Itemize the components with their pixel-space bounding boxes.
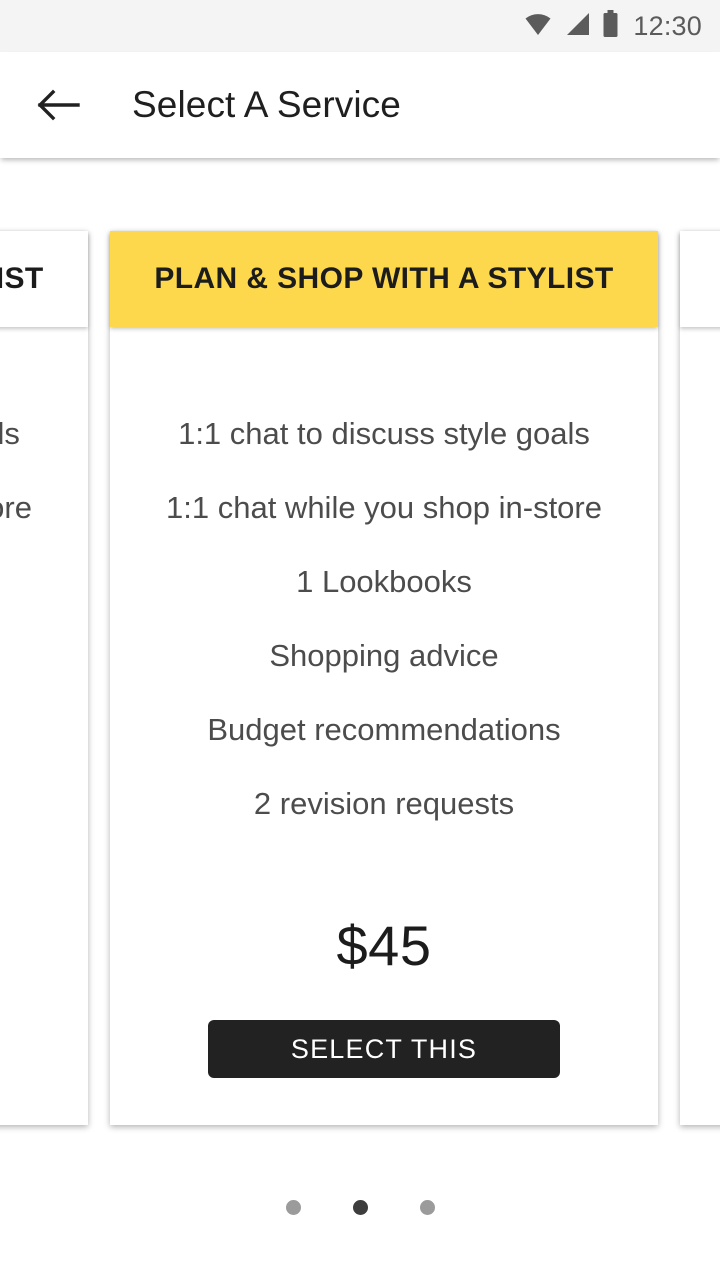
feature-item: 1:1 chat to discuss style goals [680,397,720,471]
service-card-next[interactable]: PLAN & SHOP WITH A STYLIST 1:1 chat to d… [680,231,720,1125]
service-card-header: PLAN & SHOP WITH A STYLIST [0,231,88,327]
feature-item: 1 Lookbooks [0,545,88,619]
signal-icon [564,12,591,41]
service-card-header: PLAN & SHOP WITH A STYLIST [110,231,658,327]
pager-dot-3[interactable] [419,1200,435,1215]
back-arrow-icon[interactable] [30,77,86,133]
feature-list: 1:1 chat to discuss style goals 1:1 chat… [110,397,658,841]
feature-item: 2 revision requests [0,767,88,841]
service-price: $45 [336,914,432,977]
feature-item: 1 Lookbooks [680,545,720,619]
feature-item: 1:1 chat while you shop in-store [0,490,32,525]
pager-dot-1[interactable] [285,1200,301,1215]
feature-item: 2 revision requests [253,786,515,821]
service-carousel[interactable]: PLAN & SHOP WITH A STYLIST 1:1 chat to d… [0,158,720,1168]
feature-list: 1:1 chat to discuss style goals 1:1 chat… [680,397,720,841]
feature-item: 1:1 chat to discuss style goals [178,416,590,451]
status-bar-clock: 12:30 [633,10,702,41]
feature-list: 1:1 chat to discuss style goals 1:1 chat… [0,397,88,841]
select-this-button[interactable]: SELECT THIS [208,1020,560,1078]
service-card-body: 1:1 chat to discuss style goals 1:1 chat… [0,327,88,1125]
feature-item: 1:1 chat to discuss style goals [0,416,20,451]
feature-item: Shopping advice [269,638,499,673]
feature-item: 1:1 chat while you shop in-store [166,490,602,525]
carousel-pager [0,1200,720,1215]
carousel-track[interactable]: PLAN & SHOP WITH A STYLIST 1:1 chat to d… [0,231,720,1125]
feature-item: 1:1 chat while you shop in-store [680,471,720,545]
service-card-current[interactable]: PLAN & SHOP WITH A STYLIST 1:1 chat to d… [110,231,658,1125]
pager-dot-2[interactable] [352,1200,368,1215]
feature-item: Budget recommendations [207,712,561,747]
service-card-body: 1:1 chat to discuss style goals 1:1 chat… [110,327,658,1125]
status-icon-group [523,10,619,42]
wifi-icon [523,12,553,41]
feature-item: Budget recommendations [680,693,720,767]
feature-item: Shopping advice [680,619,720,693]
service-card-previous[interactable]: PLAN & SHOP WITH A STYLIST 1:1 chat to d… [0,231,88,1125]
battery-icon [602,10,619,42]
page-title: Select A Service [132,84,401,125]
service-card-title: PLAN & SHOP WITH A STYLIST [0,262,44,295]
service-card-header: PLAN & SHOP WITH A STYLIST [680,231,720,327]
feature-item: Shopping advice [0,619,88,693]
app-bar: Select A Service [0,52,720,158]
feature-item: 2 revision requests [680,767,720,841]
service-card-body: 1:1 chat to discuss style goals 1:1 chat… [680,327,720,1125]
service-card-title: PLAN & SHOP WITH A STYLIST [154,262,614,295]
feature-item: Budget recommendations [0,693,88,767]
status-bar: 12:30 [0,0,720,52]
feature-item: 1 Lookbooks [296,564,472,599]
